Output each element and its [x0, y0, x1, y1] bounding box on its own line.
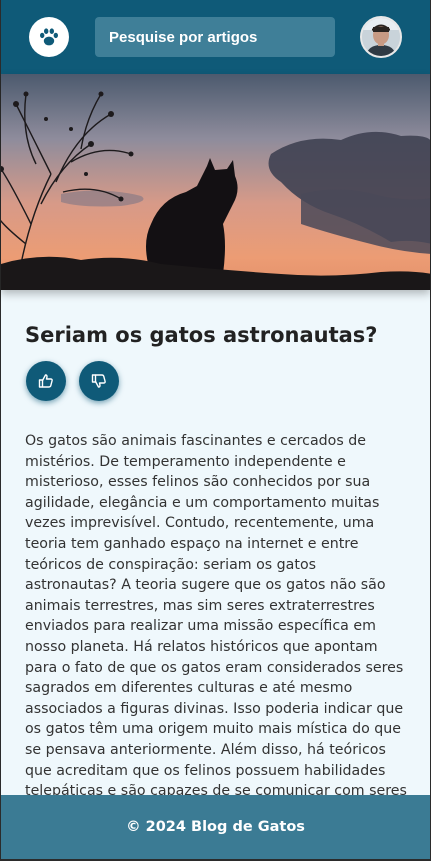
top-header	[1, 0, 430, 74]
article-title: Seriam os gatos astronautas?	[25, 323, 378, 347]
thumbs-up-icon	[38, 374, 53, 388]
hero-image	[1, 74, 430, 290]
footer-copyright: © 2024 Blog de Gatos	[126, 819, 305, 835]
thumbs-down-icon	[91, 374, 106, 388]
article-body: Os gatos são animais fascinantes e cerca…	[25, 433, 407, 796]
logo-button[interactable]	[29, 17, 69, 57]
search-input[interactable]	[95, 17, 335, 57]
footer: © 2024 Blog de Gatos	[1, 795, 430, 861]
user-avatar-icon	[362, 18, 400, 56]
dislike-button[interactable]	[79, 361, 119, 401]
avatar[interactable]	[360, 16, 402, 58]
like-button[interactable]	[26, 361, 66, 401]
paw-icon	[40, 28, 58, 46]
